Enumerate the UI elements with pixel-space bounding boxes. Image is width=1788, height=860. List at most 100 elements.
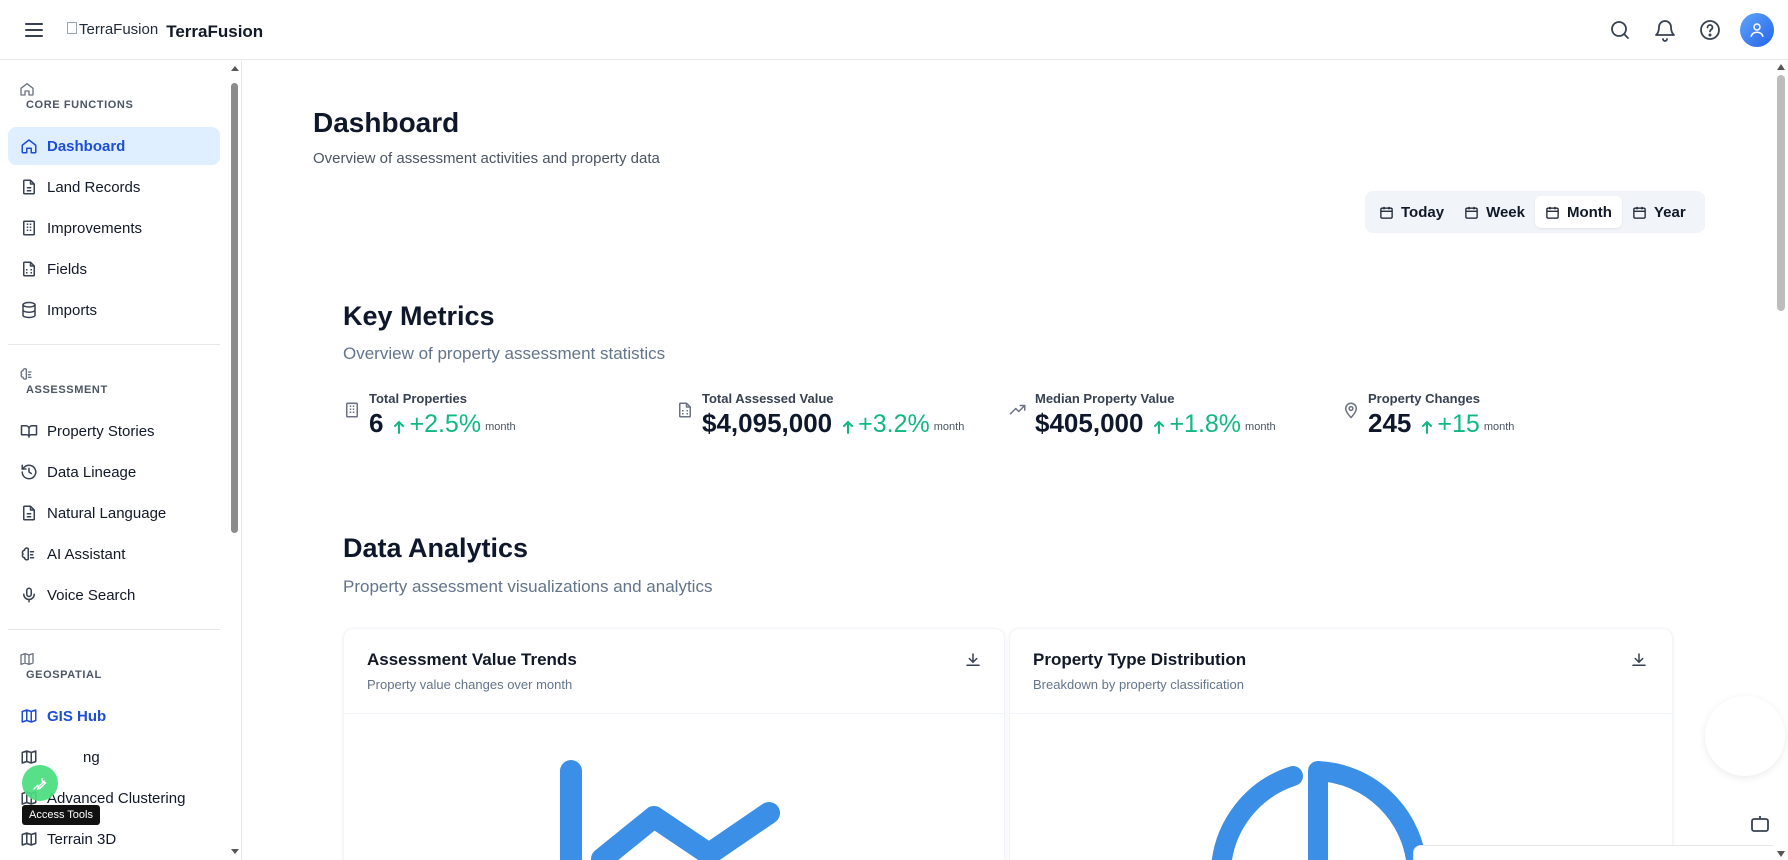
metric-label: Total Properties xyxy=(369,391,468,406)
main-scrollbar-thumb[interactable] xyxy=(1777,75,1785,311)
sidebar-item-label: GIS Hub xyxy=(47,707,107,725)
sidebar-item-label: ng xyxy=(83,748,100,766)
sidebar-item-natural-language[interactable]: Natural Language xyxy=(8,494,220,532)
logo-image: TerraFusion xyxy=(67,21,158,38)
sidebar-item-property-stories[interactable]: Property Stories xyxy=(8,412,220,450)
sidebar-item-gis-hub[interactable]: GIS Hub xyxy=(8,697,220,735)
sidebar-divider xyxy=(8,344,220,345)
metric-period: month xyxy=(1245,421,1276,433)
metric-change: +1.8% xyxy=(1169,410,1242,438)
sidebar-item-label: Natural Language xyxy=(47,504,167,522)
sidebar-item-dashboard[interactable]: Dashboard xyxy=(8,127,220,165)
sidebar-item-data-lineage[interactable]: Data Lineage xyxy=(8,453,220,491)
card-subtitle: Property value changes over month xyxy=(367,677,573,692)
sidebar-item-improvements[interactable]: Improvements xyxy=(8,209,220,247)
metric-period: month xyxy=(933,421,965,433)
sidebar-item-label: AI Assistant xyxy=(47,545,126,563)
building-icon xyxy=(23,220,35,236)
user-avatar[interactable] xyxy=(1740,13,1774,47)
sidebar-item-imports[interactable]: Imports xyxy=(8,291,220,329)
book-open-icon xyxy=(20,425,38,438)
page-title: Dashboard xyxy=(313,107,460,138)
card-subtitle: Breakdown by property classification xyxy=(1033,677,1244,692)
map-pin-icon xyxy=(1344,402,1358,419)
user-icon xyxy=(1750,23,1764,37)
metric-value: $405,000 xyxy=(1035,408,1144,438)
range-month-button[interactable]: Month xyxy=(1534,196,1622,228)
calendar-icon xyxy=(1633,206,1646,219)
time-range-selector: Today Week Month Year xyxy=(1365,191,1705,233)
map-icon xyxy=(21,709,37,723)
sidebar-item-label: Data Lineage xyxy=(47,463,137,481)
search-icon[interactable] xyxy=(1608,18,1632,42)
sidebar-item-label: Imports xyxy=(47,301,98,319)
sidebar-item-label: Property Stories xyxy=(47,422,155,440)
download-icon[interactable] xyxy=(1630,651,1648,669)
sidebar-item-label: Advanced Clustering xyxy=(47,789,186,807)
sidebar-scrollbar-thumb[interactable] xyxy=(231,83,238,533)
scroll-up-arrow[interactable] xyxy=(1776,63,1786,71)
page-subtitle: Overview of assessment activities and pr… xyxy=(313,150,660,167)
menu-icon[interactable] xyxy=(22,18,46,42)
range-label: Week xyxy=(1486,203,1525,221)
value-trend-line-chart xyxy=(560,760,780,860)
metric-change: +15 xyxy=(1437,410,1480,438)
brain-icon xyxy=(21,547,35,561)
access-tools-button[interactable] xyxy=(22,765,58,801)
download-icon[interactable] xyxy=(964,651,982,669)
sidebar-item-label: Voice Search xyxy=(47,586,136,604)
trending-up-icon xyxy=(1009,404,1026,415)
file-text-icon xyxy=(23,505,35,521)
help-icon[interactable] xyxy=(1698,18,1722,42)
key-metrics-subtitle: Overview of property assessment statisti… xyxy=(343,344,666,363)
calendar-icon xyxy=(1465,206,1478,219)
sidebar-item-label: Terrain 3D xyxy=(47,830,117,848)
range-week-button[interactable]: Week xyxy=(1454,196,1535,228)
metric-label: Median Property Value xyxy=(1035,391,1175,406)
top-header: TerraFusion TerraFusion xyxy=(0,0,1788,60)
arrow-up-icon xyxy=(843,420,854,434)
metric-change: +3.2% xyxy=(858,410,930,438)
map-icon xyxy=(19,651,35,667)
bot-icon[interactable] xyxy=(1748,811,1772,835)
data-analytics-subtitle: Property assessment visualizations and a… xyxy=(343,577,713,596)
app-logo[interactable]: TerraFusion TerraFusion xyxy=(67,16,263,42)
range-label: Month xyxy=(1566,203,1612,221)
sidebar-item-voice-search[interactable]: Voice Search xyxy=(8,576,220,614)
card-divider xyxy=(1010,713,1672,714)
sidebar-divider xyxy=(8,629,220,630)
main-content: Dashboard Overview of assessment activit… xyxy=(243,61,1788,860)
section-label-geospatial: GEOSPATIAL xyxy=(26,669,102,681)
range-year-button[interactable]: Year xyxy=(1622,196,1696,228)
sidebar-item-ai-assistant[interactable]: AI Assistant xyxy=(8,535,220,573)
metric-value: 245 xyxy=(1368,408,1412,438)
chat-launcher-button[interactable] xyxy=(1705,696,1785,776)
logo-alt-text: TerraFusion xyxy=(79,20,159,38)
map-icon xyxy=(21,750,37,764)
sidebar-item-fields[interactable]: Fields xyxy=(8,250,220,288)
sidebar-item-terrain-3d[interactable]: Terrain 3D xyxy=(8,820,220,858)
file-spreadsheet-icon xyxy=(679,402,691,418)
section-label-assessment: ASSESSMENT xyxy=(26,384,108,396)
broken-image-icon xyxy=(67,21,77,34)
trend-line-series xyxy=(560,760,780,860)
history-icon xyxy=(21,464,37,480)
sidebar-item-label: Fields xyxy=(47,260,88,278)
app-name: TerraFusion xyxy=(166,22,264,41)
sidebar-item-label: Dashboard xyxy=(47,137,126,155)
file-text-icon xyxy=(23,179,35,195)
range-label: Today xyxy=(1401,203,1445,221)
sidebar-item-land-records[interactable]: Land Records xyxy=(8,168,220,206)
bell-icon[interactable] xyxy=(1653,18,1677,42)
metric-value: 6 xyxy=(369,408,384,438)
access-tools-tooltip: Access Tools xyxy=(22,805,100,825)
arrow-up-icon xyxy=(1154,420,1165,434)
metric-change: +2.5% xyxy=(409,410,482,438)
card-divider xyxy=(344,713,1004,714)
range-label: Year xyxy=(1653,203,1686,221)
sidebar-item-label: Improvements xyxy=(47,219,143,237)
metric-period: month xyxy=(485,421,516,433)
scroll-down-arrow[interactable] xyxy=(1776,850,1786,858)
assessment-value-trends-card: Assessment Value Trends Property value c… xyxy=(343,628,1005,860)
range-today-button[interactable]: Today xyxy=(1369,196,1454,228)
